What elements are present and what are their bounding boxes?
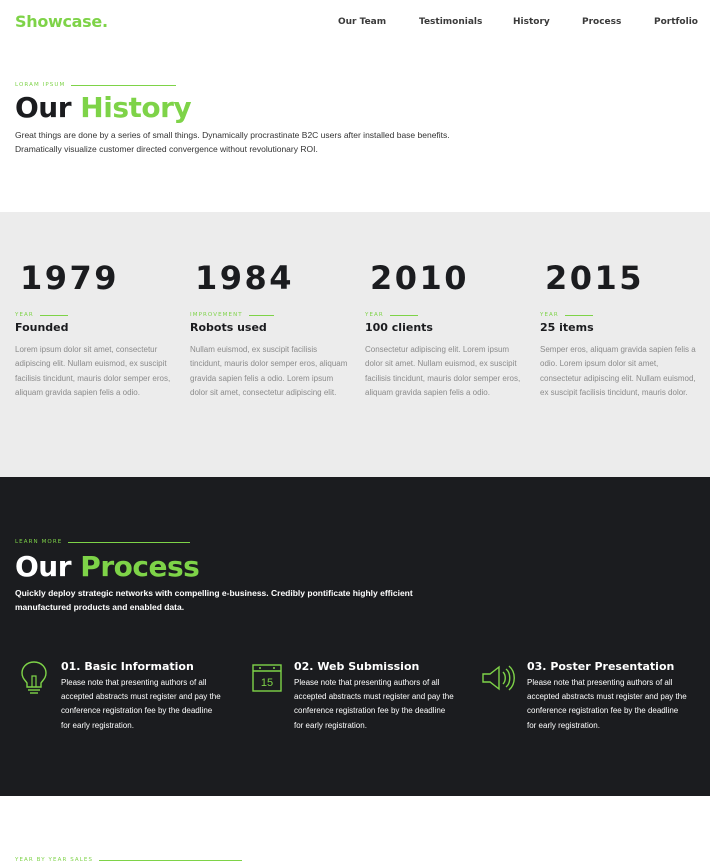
milestone-year: 2015 [545,259,645,297]
history-eyebrow: LORAM IPSUM [15,81,177,89]
milestone-year: 2010 [370,259,470,297]
eyebrow-divider [68,541,191,543]
process-step-poster-presentation: 03. Poster Presentation Please note that… [481,660,710,740]
milestone-divider [248,314,274,316]
milestone-label: IMPROVEMENT [190,311,360,319]
milestone-year: 1979 [20,259,120,297]
eyebrow-divider [99,859,243,861]
logo[interactable]: Showcase. [15,12,108,31]
milestone-1979: 1979 YEAR Founded Lorem ipsum dolor sit … [15,262,185,400]
process-step-web-submission: 15 02. Web Submission Please note that p… [248,660,478,740]
milestone-label: YEAR [540,311,710,319]
nav-link-our-team[interactable]: Our Team [338,17,386,27]
milestone-label: YEAR [15,311,185,319]
process-title-green: Process [80,550,200,583]
eyebrow-divider [71,84,177,86]
history-lead: Great things are done by a series of sma… [15,130,450,154]
milestone-2010: 2010 YEAR 100 clients Consectetur adipis… [365,262,535,400]
lightbulb-icon [21,661,47,694]
step-text: Please note that presenting authors of a… [527,678,687,730]
milestone-title: Founded [15,321,69,334]
megaphone-icon [482,665,515,691]
step-title: 02. Web Submission [294,660,420,673]
nav-link-portfolio[interactable]: Portfolio [654,17,698,27]
milestone-text: Semper eros, aliquam gravida sapien feli… [540,345,696,397]
milestone-text: Lorem ipsum dolor sit amet, consectetur … [15,345,171,397]
history-title-green: History [80,91,192,124]
calendar-day: 15 [261,677,273,689]
process-title-dark: Our [15,550,72,583]
milestone-divider [389,314,418,316]
milestone-divider [564,314,593,316]
process-step-basic-information: 01. Basic Information Please note that p… [15,660,245,740]
history-title-dark: Our [15,91,72,124]
process-title: Our Process [15,550,200,583]
calendar-icon: 15 [252,664,282,692]
milestone-2015: 2015 YEAR 25 items Semper eros, aliquam … [540,262,710,400]
milestone-title: 100 clients [365,321,433,334]
step-title: 01. Basic Information [61,660,194,673]
step-text: Please note that presenting authors of a… [294,678,454,730]
milestone-label-text: IMPROVEMENT [190,312,243,318]
sales-eyebrow: YEAR BY YEAR SALES [15,856,243,864]
history-eyebrow-label: LORAM IPSUM [15,82,66,88]
step-text: Please note that presenting authors of a… [61,678,221,730]
milestone-title: 25 items [540,321,594,334]
milestone-label-text: YEAR [365,312,384,318]
history-timeline-section: 1979 YEAR Founded Lorem ipsum dolor sit … [0,212,710,477]
milestone-title: Robots used [190,321,267,334]
milestone-text: Nullam euismod, ex suscipit facilisis ti… [190,345,348,397]
process-eyebrow: LEARN MORE [15,538,191,546]
milestone-label-text: YEAR [540,312,559,318]
nav-link-process[interactable]: Process [582,17,621,27]
milestone-label-text: YEAR [15,312,34,318]
milestone-1984: 1984 IMPROVEMENT Robots used Nullam euis… [190,262,360,400]
sales-eyebrow-label: YEAR BY YEAR SALES [15,857,94,863]
milestone-divider [39,314,68,316]
milestone-text: Consectetur adipiscing elit. Lorem ipsum… [365,345,521,397]
site-header: Showcase. Our Team Testimonials History … [0,0,710,46]
nav-link-history[interactable]: History [513,17,550,27]
step-title: 03. Poster Presentation [527,660,675,673]
nav-link-testimonials[interactable]: Testimonials [419,17,482,27]
process-lead: Quickly deploy strategic networks with c… [15,588,413,612]
process-section: LEARN MORE Our Process Quickly deploy st… [0,477,710,796]
milestone-label: YEAR [365,311,535,319]
process-eyebrow-label: LEARN MORE [15,539,63,545]
history-title: Our History [15,91,192,124]
milestone-year: 1984 [195,259,295,297]
